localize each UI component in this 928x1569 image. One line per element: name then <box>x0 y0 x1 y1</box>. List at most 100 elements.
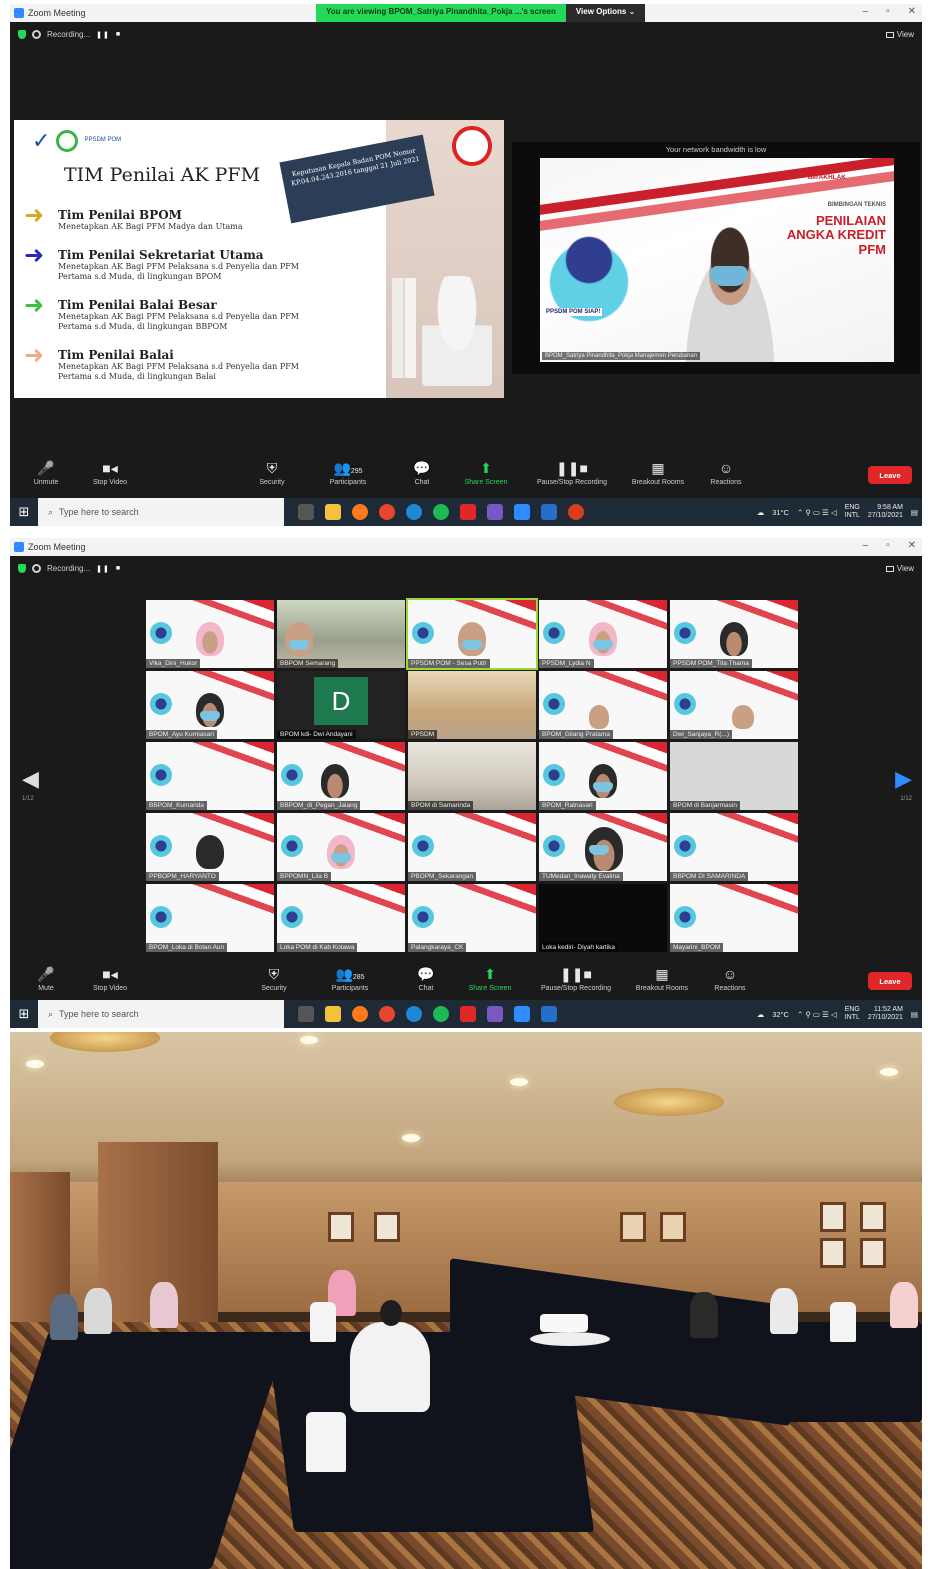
participant-tile[interactable]: PBOPM_Sekarangan <box>408 813 536 881</box>
windows-start-icon[interactable]: ⊞ <box>10 1000 38 1028</box>
pause-recording-button[interactable]: ❚❚ <box>96 31 110 39</box>
spotify-icon[interactable] <box>433 1006 449 1022</box>
restore-button[interactable]: ▫ <box>886 6 890 17</box>
shield-icon <box>18 30 26 39</box>
participant-tile[interactable]: BPOM_Ayu Kurniasari <box>146 671 274 739</box>
pause-stop-recording-button[interactable]: ❚❚■ Pause/Stop Recording <box>537 460 607 486</box>
participant-tile[interactable]: Vika_Dini_Hukor <box>146 600 274 668</box>
participant-tile[interactable]: Loka kediri- Diyah kartika <box>539 884 667 952</box>
leave-button[interactable]: Leave <box>868 466 912 484</box>
pause-stop-recording-button[interactable]: ❚❚■ Pause/Stop Recording <box>541 966 611 992</box>
firefox-icon[interactable] <box>352 1006 368 1022</box>
mute-button[interactable]: 🎤 Mute <box>14 966 78 992</box>
security-button[interactable]: ⛨ Security <box>240 460 304 486</box>
edge-icon[interactable] <box>406 504 422 520</box>
language-indicator[interactable]: ENG INTL <box>845 504 860 521</box>
next-page-arrow-icon[interactable]: ▶ <box>895 766 912 792</box>
share-screen-button[interactable]: ⬆ Share Screen <box>458 966 522 992</box>
breakout-rooms-button[interactable]: ▦ Breakout Rooms <box>630 966 694 992</box>
notification-icon[interactable]: ▤ <box>911 1010 918 1019</box>
breakout-rooms-button[interactable]: ▦ Breakout Rooms <box>626 460 690 486</box>
participant-tile[interactable]: BBPOM DI SAMARINDA <box>670 813 798 881</box>
participant-tile[interactable]: PPSDM POM - Sesa Putri <box>406 598 538 670</box>
participant-tile[interactable]: Dwi_Sanjaya_R(...) <box>670 671 798 739</box>
participant-tile[interactable]: BPOM_Gilang Pratama <box>539 671 667 739</box>
spotify-icon[interactable] <box>433 504 449 520</box>
taskbar-clock[interactable]: 9:58 AM 27/10/2021 <box>868 504 903 521</box>
restore-button[interactable]: ▫ <box>886 540 890 551</box>
app-icon[interactable] <box>487 1006 503 1022</box>
chat-button[interactable]: 💬 Chat <box>394 966 458 992</box>
language-indicator[interactable]: ENG INTL <box>845 1006 860 1023</box>
participant-tile[interactable]: BPOM_Loka di Bolan Aun <box>146 884 274 952</box>
zoom-app-icon[interactable] <box>514 504 530 520</box>
stop-video-button[interactable]: ■◂ Stop Video <box>78 460 142 486</box>
participant-tile[interactable]: PPSDM <box>408 671 536 739</box>
task-view-icon[interactable] <box>298 1006 314 1022</box>
previous-page-arrow-icon[interactable]: ◀ <box>22 766 39 792</box>
view-button[interactable]: View <box>885 30 914 39</box>
acrobat-icon[interactable] <box>460 1006 476 1022</box>
stop-recording-button[interactable]: ■ <box>116 565 121 572</box>
windows-start-icon[interactable]: ⊞ <box>10 498 38 526</box>
view-label: View <box>896 30 914 39</box>
participants-count: 285 <box>352 974 365 981</box>
stop-video-button[interactable]: ■◂ Stop Video <box>78 966 142 992</box>
firefox-icon[interactable] <box>352 504 368 520</box>
file-explorer-icon[interactable] <box>325 1006 341 1022</box>
security-button[interactable]: ⛨ Security <box>242 966 306 992</box>
speaker-video[interactable]: Your network bandwidth is low BerAKHLAK … <box>512 142 920 374</box>
reactions-button[interactable]: ☺ Reactions <box>698 966 762 992</box>
reactions-button[interactable]: ☺ Reactions <box>694 460 758 486</box>
task-view-icon[interactable] <box>298 504 314 520</box>
zoom-app-icon[interactable] <box>514 1006 530 1022</box>
outlook-icon[interactable] <box>541 504 557 520</box>
participant-tile[interactable]: BPOM di Banjarmasin <box>670 742 798 810</box>
file-explorer-icon[interactable] <box>325 504 341 520</box>
chrome-icon[interactable] <box>379 1006 395 1022</box>
participant-tile[interactable]: BPPOMN_Lila B <box>277 813 405 881</box>
slide-item: ➜ Tim Penilai BPOM Menetapkan AK Bagi PF… <box>24 203 243 232</box>
participant-tile[interactable]: Mayarini_BPOM <box>670 884 798 952</box>
share-screen-button[interactable]: ⬆ Share Screen <box>454 460 518 486</box>
edge-icon[interactable] <box>406 1006 422 1022</box>
notification-icon[interactable]: ▤ <box>911 508 918 517</box>
tray-icons[interactable]: ⌃ ⚲ ▭ ☰ ◁ <box>797 508 837 517</box>
taskbar-search[interactable]: ⌕ Type here to search <box>38 498 284 526</box>
close-button[interactable]: ✕ <box>908 540 916 551</box>
app-icon[interactable] <box>487 504 503 520</box>
participant-tile[interactable]: Palangkaraya_CK <box>408 884 536 952</box>
stop-recording-button[interactable]: ■ <box>116 31 121 38</box>
participant-tile[interactable]: BPOM di Samarinda <box>408 742 536 810</box>
participant-tile[interactable]: TUMedan_Inawaty Evalina <box>539 813 667 881</box>
participant-tile[interactable]: BBPOM_di_Pegan_Jalang <box>277 742 405 810</box>
participants-button[interactable]: 👥285 Participants <box>318 966 382 992</box>
unmute-button[interactable]: 🎤 Unmute <box>14 460 78 486</box>
shared-slide: ✓ PPSDM POM TIM Penilai AK PFM Keputusan… <box>14 120 504 398</box>
participant-tile[interactable]: PPSDM_Lydia N <box>539 600 667 668</box>
recording-bar: Recording... ❚❚ ■ <box>18 30 121 39</box>
acrobat-icon[interactable] <box>460 504 476 520</box>
participant-tile[interactable]: PPSDM POM_Tita Thama <box>670 600 798 668</box>
leave-button[interactable]: Leave <box>868 972 912 990</box>
close-button[interactable]: ✕ <box>908 6 916 17</box>
participant-tile[interactable]: PPBOPM_HARYANTO <box>146 813 274 881</box>
view-button[interactable]: View <box>885 564 914 573</box>
tray-icons[interactable]: ⌃ ⚲ ▭ ☰ ◁ <box>797 1010 837 1019</box>
participant-tile[interactable]: Loka POM di Kab Kotawa <box>277 884 405 952</box>
view-options-button[interactable]: View Options ⌄ <box>565 4 646 22</box>
outlook-icon[interactable] <box>541 1006 557 1022</box>
participant-tile[interactable]: BBPOM Semarang <box>277 600 405 668</box>
participant-tile[interactable]: BPOM_Ratnasari <box>539 742 667 810</box>
minimize-button[interactable]: – <box>863 6 869 17</box>
app-icon[interactable] <box>568 504 584 520</box>
taskbar-clock[interactable]: 11:52 AM 27/10/2021 <box>868 1006 903 1023</box>
chrome-icon[interactable] <box>379 504 395 520</box>
participant-tile[interactable]: BBPOM_Kumanda <box>146 742 274 810</box>
chat-button[interactable]: 💬 Chat <box>390 460 454 486</box>
participants-button[interactable]: 👥295 Participants <box>316 460 380 486</box>
taskbar-search[interactable]: ⌕ Type here to search <box>38 1000 284 1028</box>
pause-recording-button[interactable]: ❚❚ <box>96 565 110 573</box>
participant-tile[interactable]: D BPOM kdi- Dwi Andayani <box>277 671 405 739</box>
minimize-button[interactable]: – <box>863 540 869 551</box>
